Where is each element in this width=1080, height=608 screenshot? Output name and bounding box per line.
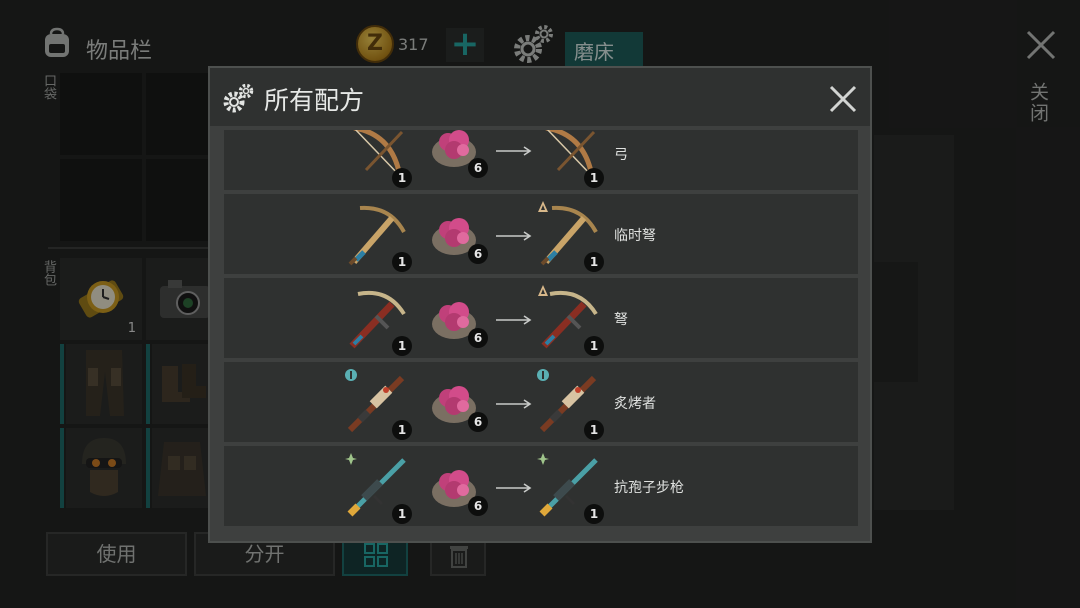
weapon-count: 1 [392, 504, 412, 524]
dialog-title: 所有配方 [264, 86, 365, 115]
material-count: 6 [468, 328, 488, 348]
arrow-right-icon [496, 483, 532, 493]
dialog-close-icon[interactable] [828, 84, 858, 114]
material-count: 6 [468, 158, 488, 178]
weapon-count: 1 [392, 336, 412, 356]
all-recipes-dialog: 所有配方 1 6 1 弓 1 6 1 临时弩 1 6 1 弩 1 6 1 炙烤者… [208, 66, 872, 543]
recipe-row-anti-spore-rifle[interactable]: 1 6 1 抗孢子步枪 [224, 446, 858, 526]
result-count: 1 [584, 420, 604, 440]
recipe-result-name: 炙烤者 [614, 396, 656, 412]
arrow-right-icon [496, 146, 532, 156]
arrow-right-icon [496, 399, 532, 409]
recipe-row-makeshift-crossbow[interactable]: 1 6 1 临时弩 [224, 194, 858, 274]
weapon-count: 1 [392, 168, 412, 188]
material-count: 6 [468, 244, 488, 264]
result-count: 1 [584, 504, 604, 524]
result-count: 1 [584, 252, 604, 272]
material-count: 6 [468, 412, 488, 432]
recipe-result-name: 弩 [614, 312, 628, 328]
arrow-right-icon [496, 315, 532, 325]
weapon-count: 1 [392, 252, 412, 272]
recipe-row-griller[interactable]: 1 6 1 炙烤者 [224, 362, 858, 442]
recipe-result-name: 抗孢子步枪 [614, 480, 684, 496]
material-count: 6 [468, 496, 488, 516]
recipes-gear-icon [223, 83, 254, 113]
dialog-header: 所有配方 [210, 68, 870, 126]
result-count: 1 [584, 336, 604, 356]
recipe-result-name: 临时弩 [614, 228, 656, 244]
recipe-row-crossbow[interactable]: 1 6 1 弩 [224, 278, 858, 358]
arrow-right-icon [496, 231, 532, 241]
weapon-count: 1 [392, 420, 412, 440]
result-count: 1 [584, 168, 604, 188]
recipe-row-bow[interactable]: 1 6 1 弓 [224, 130, 858, 190]
recipe-result-name: 弓 [614, 147, 628, 163]
recipe-list[interactable]: 1 6 1 弓 1 6 1 临时弩 1 6 1 弩 1 6 1 炙烤者 1 6 … [224, 130, 858, 530]
